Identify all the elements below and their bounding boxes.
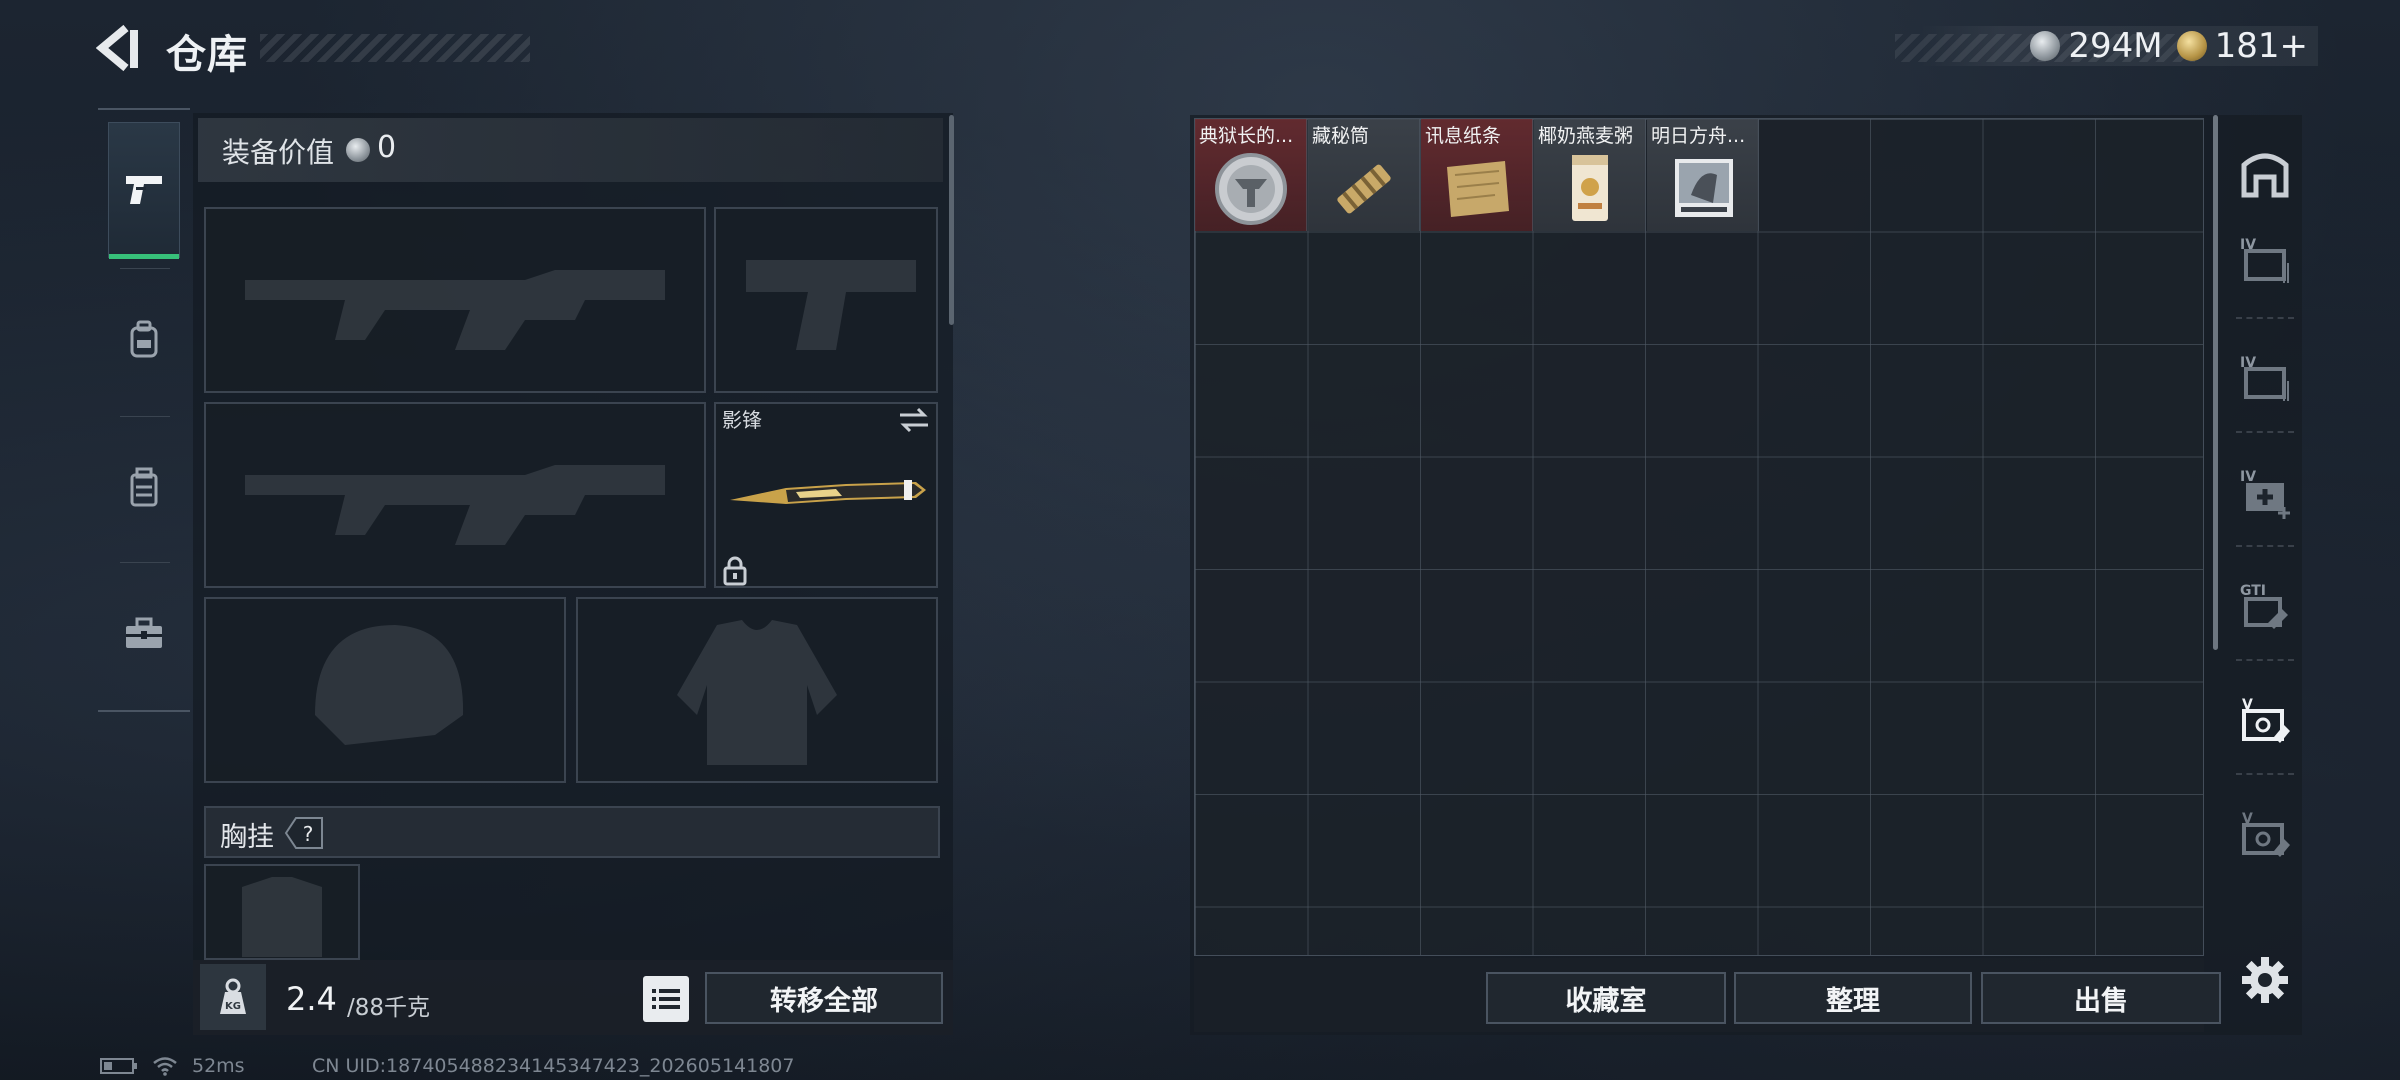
- list-icon: [652, 989, 680, 1009]
- svg-text:KG: KG: [225, 1001, 241, 1012]
- paper-note-icon: [1447, 161, 1509, 217]
- tab-backpack[interactable]: [108, 272, 180, 408]
- gold-amount: 181+: [2214, 26, 2308, 66]
- weight-icon-box: KG: [200, 964, 266, 1030]
- pistol-silhouette-icon: [716, 209, 936, 391]
- equipment-value-label: 装备价值: [222, 136, 335, 169]
- armor-silhouette-icon: [578, 599, 936, 781]
- knife-image: [730, 480, 926, 504]
- back-arrow-icon: [95, 24, 138, 72]
- item-name: 讯息纸条: [1425, 125, 1502, 147]
- user-uid: CN UID:187405488234145347423_20260514180…: [312, 1055, 795, 1077]
- chest-rig-slot[interactable]: [204, 864, 360, 960]
- sort-button[interactable]: 整理: [1734, 972, 1972, 1024]
- gold-coin-icon: [2176, 31, 2207, 61]
- rail-separator: [2236, 317, 2294, 319]
- rail-separator: [2236, 773, 2294, 775]
- wifi-icon: [153, 1057, 177, 1076]
- kg-weight-icon: KG: [220, 978, 246, 1014]
- vest-icon: [130, 467, 158, 507]
- case-iv-2-icon[interactable]: IV: [2238, 351, 2292, 405]
- helmet-slot[interactable]: [204, 597, 566, 783]
- weight-current: 2.4: [286, 980, 337, 1018]
- transfer-all-button[interactable]: 转移全部: [705, 972, 943, 1024]
- case-v-icon[interactable]: V: [2238, 693, 2292, 747]
- warehouse-grid[interactable]: 典狱长的... 藏秘筒 讯息纸条 椰奶燕麦粥 明日方舟...: [1194, 118, 2204, 956]
- melee-weapon-name: 影锋: [722, 408, 762, 432]
- gti-case-icon[interactable]: GTI: [2238, 579, 2292, 633]
- collection-room-button[interactable]: 收藏室: [1486, 972, 1726, 1024]
- armor-slot[interactable]: [576, 597, 938, 783]
- item-name: 藏秘筒: [1312, 125, 1370, 147]
- medkit-iv-icon[interactable]: IV: [2238, 465, 2292, 519]
- svg-text:IV: IV: [2240, 469, 2256, 485]
- rail-separator: [2236, 545, 2294, 547]
- currency-bar: 294M 181+: [1920, 26, 2318, 66]
- currency-gold[interactable]: 181+: [2176, 26, 2308, 66]
- album-cd-icon: [1675, 159, 1733, 217]
- container-icon[interactable]: [2238, 147, 2292, 201]
- category-tabs: [98, 108, 190, 712]
- ping-value: 52ms: [192, 1055, 245, 1077]
- rail-separator: [2236, 431, 2294, 433]
- equipment-value: 0: [377, 130, 397, 165]
- weight-max: /88千克: [347, 995, 431, 1021]
- device-status: 52ms: [100, 1055, 245, 1077]
- backpack-icon: [130, 320, 158, 358]
- item-warden-badge[interactable]: 典狱长的...: [1195, 119, 1307, 231]
- lock-icon: [723, 556, 747, 586]
- tab-separator: [120, 416, 170, 417]
- equipment-scrollbar[interactable]: [949, 115, 954, 325]
- back-button[interactable]: [95, 22, 144, 74]
- item-name: 典狱长的...: [1199, 125, 1294, 147]
- item-name: 明日方舟...: [1651, 125, 1746, 147]
- chest-rig-silhouette-icon: [206, 866, 358, 958]
- pistol-icon: [126, 176, 162, 204]
- helmet-silhouette-icon: [206, 599, 564, 781]
- help-icon[interactable]: ?: [284, 816, 324, 850]
- page-title: 仓库: [166, 32, 248, 78]
- food-bag-icon: [1572, 155, 1608, 221]
- tab-separator: [120, 268, 170, 269]
- case-v-2-icon[interactable]: V: [2238, 807, 2292, 861]
- battery-icon: [100, 1058, 137, 1074]
- rifle-silhouette-icon: [206, 404, 704, 586]
- list-view-button[interactable]: [643, 976, 689, 1022]
- settings-icon[interactable]: [2238, 953, 2292, 1007]
- item-coconut-oatmeal[interactable]: 椰奶燕麦粥: [1534, 119, 1646, 231]
- rail-separator: [2236, 659, 2294, 661]
- silver-coin-icon: [346, 138, 370, 162]
- case-iv-icon[interactable]: IV: [2238, 233, 2292, 287]
- currency-silver[interactable]: 294M: [2030, 26, 2163, 66]
- rifle-silhouette-icon: [206, 209, 704, 391]
- warehouse-scrollbar[interactable]: [2213, 115, 2218, 650]
- primary-weapon-slot[interactable]: [204, 207, 706, 393]
- swap-icon[interactable]: [898, 406, 930, 434]
- tab-separator: [120, 562, 170, 563]
- svg-text:GTI: GTI: [2240, 583, 2266, 599]
- cryptex-icon: [1337, 164, 1391, 214]
- item-name: 椰奶燕麦粥: [1538, 125, 1634, 147]
- toolbox-icon: [126, 617, 162, 648]
- badge-icon: [1215, 153, 1287, 225]
- container-rail: IV IV IV GTI V V: [2222, 113, 2302, 1035]
- silver-coin-icon: [2030, 31, 2061, 61]
- sell-button[interactable]: 出售: [1981, 972, 2221, 1024]
- pistol-slot[interactable]: [714, 207, 938, 393]
- tab-toolbox[interactable]: [108, 566, 180, 702]
- secondary-weapon-slot[interactable]: [204, 402, 706, 588]
- item-cryptex[interactable]: 藏秘筒: [1308, 119, 1420, 231]
- item-message-note[interactable]: 讯息纸条: [1421, 119, 1533, 231]
- svg-text:?: ?: [303, 822, 314, 846]
- item-arknights-album[interactable]: 明日方舟...: [1647, 119, 1759, 231]
- tab-weapons[interactable]: [108, 122, 180, 259]
- title-decoration: [260, 34, 530, 62]
- silver-amount: 294M: [2068, 26, 2163, 66]
- chest-rig-label: 胸挂: [220, 822, 274, 853]
- tab-vest[interactable]: [108, 420, 180, 556]
